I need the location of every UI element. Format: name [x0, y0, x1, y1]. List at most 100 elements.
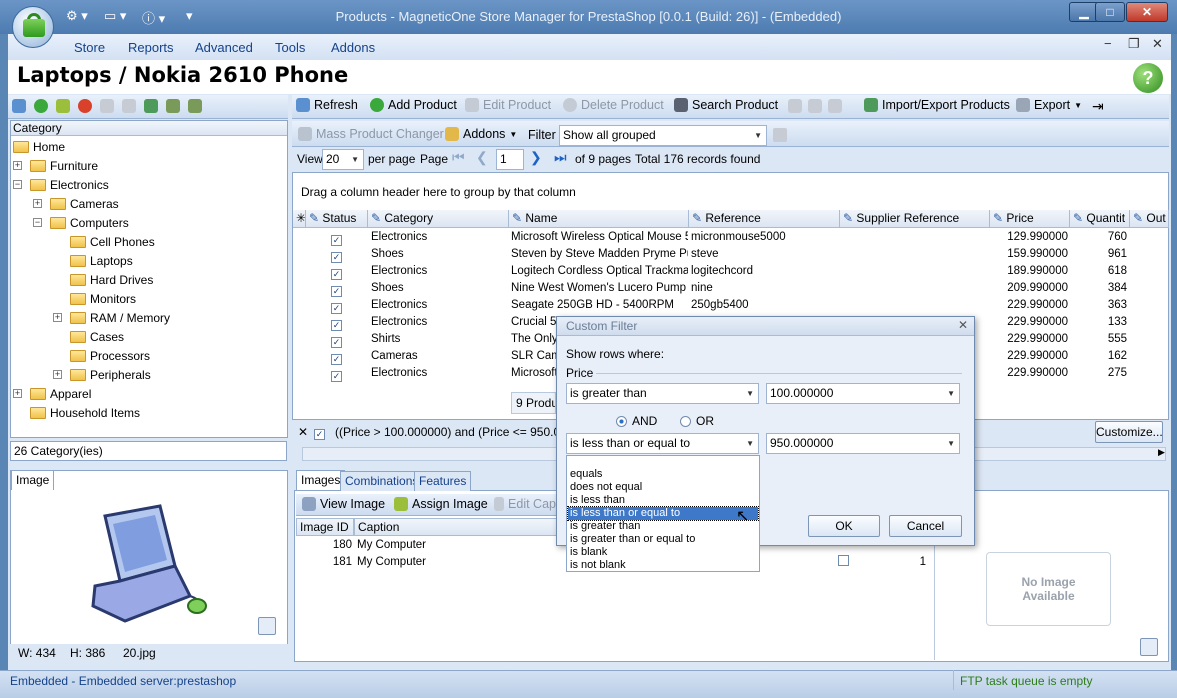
next-page-icon[interactable]: ❯: [530, 149, 542, 166]
menu-tools[interactable]: Tools: [275, 40, 305, 55]
tree-node[interactable]: Laptops: [53, 251, 133, 270]
dropdown-option[interactable]: does not equal: [568, 481, 758, 494]
edit-category-icon[interactable]: [56, 99, 70, 113]
menu-advanced[interactable]: Advanced: [195, 40, 253, 55]
expand-tree-icon[interactable]: [166, 99, 180, 113]
close-filter-icon[interactable]: ✕: [298, 425, 308, 439]
tab-combinations[interactable]: Combinations: [340, 471, 424, 491]
tab-features[interactable]: Features: [414, 471, 472, 491]
column-header[interactable]: ✎ Category: [368, 210, 509, 228]
maximize-button[interactable]: □: [1095, 2, 1125, 22]
condition1-select[interactable]: is greater than ▼: [566, 383, 759, 404]
column-header[interactable]: ✎ Name: [509, 210, 689, 228]
tree-node[interactable]: Home: [13, 137, 65, 156]
tree-node[interactable]: Household Items: [13, 403, 140, 422]
status-checkbox[interactable]: ✓: [331, 249, 342, 263]
add-product-button[interactable]: Add Product: [370, 98, 457, 112]
expand-icon[interactable]: +: [53, 313, 62, 322]
value2-input[interactable]: 950.000000 ▼: [766, 433, 960, 454]
column-header[interactable]: ✎ Reference: [689, 210, 840, 228]
menu-store[interactable]: Store: [74, 40, 105, 55]
view-image-button[interactable]: View Image: [302, 497, 385, 511]
status-checkbox[interactable]: ✓: [331, 283, 342, 297]
tree-node[interactable]: + Cameras: [33, 194, 119, 213]
tree-node[interactable]: − Electronics: [13, 175, 109, 194]
refresh-image-icon[interactable]: [258, 617, 276, 635]
column-header[interactable]: ✎ Status: [306, 210, 368, 228]
menu-addons[interactable]: Addons: [331, 40, 375, 55]
status-checkbox[interactable]: ✓: [331, 317, 342, 331]
dropdown-option[interactable]: is blank: [568, 546, 758, 559]
search-product-button[interactable]: Search Product: [674, 98, 778, 112]
mdi-restore-button[interactable]: ❐: [1128, 36, 1140, 52]
image-id-header[interactable]: Image ID: [296, 518, 354, 536]
per-page-select[interactable]: 20 ▼: [322, 149, 364, 170]
expand-icon[interactable]: +: [13, 161, 22, 170]
status-checkbox[interactable]: ✓: [331, 232, 342, 246]
condition2-select[interactable]: is less than or equal to ▼: [566, 433, 759, 454]
mdi-close-button[interactable]: ✕: [1152, 36, 1163, 52]
refresh-preview-icon[interactable]: [1140, 638, 1158, 656]
tree-node[interactable]: + Peripherals: [53, 365, 151, 384]
scroll-right-icon[interactable]: ▶: [1158, 447, 1165, 458]
dropdown-option[interactable]: is less than: [568, 494, 758, 507]
tree-node[interactable]: Cases: [53, 327, 124, 346]
tree-node[interactable]: Monitors: [53, 289, 136, 308]
value1-input[interactable]: 100.000000 ▼: [766, 383, 960, 404]
edit-caption-button[interactable]: Edit Cap: [494, 497, 556, 511]
caption-header[interactable]: Caption: [354, 518, 557, 536]
expand-icon[interactable]: +: [33, 199, 42, 208]
tree-node[interactable]: Processors: [53, 346, 150, 365]
dialog-close-icon[interactable]: ✕: [958, 318, 968, 332]
status-checkbox[interactable]: ✓: [331, 266, 342, 280]
status-checkbox[interactable]: ✓: [331, 351, 342, 365]
dropdown-option[interactable]: equals: [568, 468, 758, 481]
expand-icon[interactable]: +: [13, 389, 22, 398]
ok-button[interactable]: OK: [808, 515, 880, 537]
column-header[interactable]: ✎ Price: [990, 210, 1070, 228]
last-page-icon[interactable]: ⏭: [554, 149, 567, 166]
mass-product-changer-button[interactable]: Mass Product Changer: [298, 127, 444, 141]
paste-icon[interactable]: [122, 99, 136, 113]
globe-icon[interactable]: [144, 99, 158, 113]
collapse-tree-icon[interactable]: [188, 99, 202, 113]
and-radio[interactable]: AND: [616, 414, 657, 428]
tree-node[interactable]: − Computers: [33, 213, 129, 232]
status-checkbox[interactable]: ✓: [331, 300, 342, 314]
tree-node[interactable]: + RAM / Memory: [53, 308, 170, 327]
app-menu-button[interactable]: [12, 6, 54, 48]
edit-product-button[interactable]: Edit Product: [465, 98, 551, 112]
filter-enabled-checkbox[interactable]: ✓: [314, 426, 325, 440]
filter-select[interactable]: Show all grouped ▼: [559, 125, 767, 146]
collapse-icon[interactable]: −: [33, 218, 42, 227]
help-icon[interactable]: ?: [1133, 63, 1163, 93]
collapse-icon[interactable]: −: [13, 180, 22, 189]
column-header[interactable]: ✎ Supplier Reference: [840, 210, 990, 228]
toolbar-options-icon[interactable]: ⇥: [1092, 98, 1104, 115]
delete-product-button[interactable]: Delete Product: [563, 98, 664, 112]
page-input[interactable]: 1: [496, 149, 524, 170]
tree-node[interactable]: Hard Drives: [53, 270, 153, 289]
refresh-icon[interactable]: [12, 99, 26, 113]
addons-dropdown-button[interactable]: Addons ▼: [445, 127, 517, 141]
import-export-button[interactable]: Import/Export Products: [864, 98, 1010, 112]
first-page-icon[interactable]: ⏮: [452, 149, 465, 166]
menu-reports[interactable]: Reports: [128, 40, 174, 55]
or-radio[interactable]: OR: [680, 414, 714, 428]
copy-icon[interactable]: [100, 99, 114, 113]
export-dropdown-button[interactable]: Export ▼: [1016, 98, 1082, 112]
copy-product-icon[interactable]: [788, 99, 802, 113]
dropdown-option[interactable]: is greater than or equal to: [568, 533, 758, 546]
paste-product-icon[interactable]: [808, 99, 822, 113]
tree-node[interactable]: + Furniture: [13, 156, 98, 175]
assign-image-button[interactable]: Assign Image: [394, 497, 488, 511]
dropdown-option[interactable]: is not blank: [568, 559, 758, 572]
prev-page-icon[interactable]: ❮: [476, 149, 488, 166]
close-button[interactable]: ✕: [1126, 2, 1168, 22]
add-category-icon[interactable]: [34, 99, 48, 113]
delete-category-icon[interactable]: [78, 99, 92, 113]
column-header[interactable]: ✎ Quantit: [1070, 210, 1130, 228]
cover-checkbox[interactable]: [838, 555, 849, 569]
customize-button[interactable]: Customize...: [1095, 421, 1163, 443]
column-header[interactable]: ✎ Out: [1130, 210, 1169, 228]
